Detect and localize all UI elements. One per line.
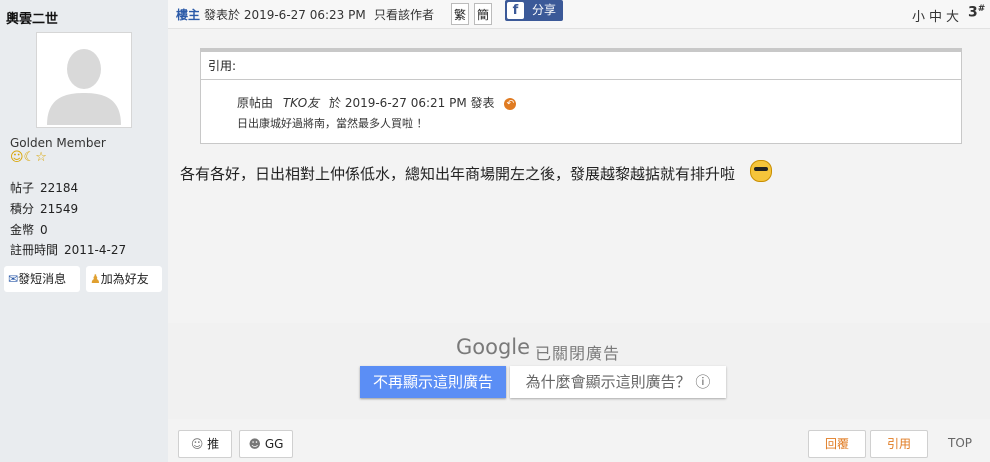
stat-label: 積分	[10, 202, 35, 216]
ad-closed-panel: Google 已關閉廣告 不再顯示這則廣告 為什麼會顯示這則廣告？ ⓘ	[168, 323, 990, 419]
ad-closed-label: 已關閉廣告	[535, 344, 621, 363]
facebook-share-button[interactable]: f 分享	[505, 0, 563, 21]
floor-sup: #	[977, 4, 986, 14]
quote-meta: 於 2019-6-27 06:21 PM 發表	[329, 96, 495, 110]
quote-block: 引用: 原帖由 TKO友 於 2019-6-27 06:21 PM 發表 ↶ 日…	[200, 48, 962, 144]
only-author-link[interactable]: 只看該作者	[374, 6, 434, 23]
traditional-chinese-button[interactable]: 繁	[451, 3, 469, 25]
post-body: 各有各好，日出相對上仲係低水，總知出年商場開左之後，發展越黎越掂就有排升啦	[180, 160, 772, 184]
add-friend-button[interactable]: ♟加為好友	[86, 266, 162, 292]
share-label: 分享	[532, 3, 557, 17]
author-username[interactable]: 輿雲二世	[6, 8, 58, 27]
pig-face-icon: ☻	[248, 437, 262, 451]
stat-value: 22184	[40, 181, 79, 195]
add-friend-label: 加為好友	[100, 272, 149, 286]
stat-label: 帖子	[10, 181, 35, 195]
quote-prefix: 原帖由	[237, 96, 274, 110]
envelope-icon: ✉	[8, 272, 19, 286]
stat-value: 21549	[40, 202, 79, 216]
thread-starter-tag: 樓主	[176, 8, 201, 22]
reply-button[interactable]: 回覆	[808, 430, 866, 458]
member-title: Golden Member	[10, 136, 106, 150]
rank-icons: ☺☾☆	[10, 150, 47, 165]
push-button[interactable]: ☺ 推	[178, 430, 232, 458]
post-header-bar: 樓主 發表於 2019-6-27 06:23 PM 只看該作者 繁 簡 f 分享…	[168, 0, 990, 29]
simplified-chinese-button[interactable]: 簡	[474, 3, 492, 25]
push-face-icon: ☺	[190, 437, 204, 451]
quote-text: 日出康城好過將南，當然最多人買啦 ！	[237, 117, 428, 130]
quote-author: TKO友	[282, 96, 320, 110]
stop-seeing-ad-button[interactable]: 不再顯示這則廣告	[360, 366, 506, 398]
author-sidebar: 輿雲二世 Golden Member ☺☾☆ 帖子 22184 積分 21549 金…	[0, 0, 168, 462]
avatar[interactable]	[36, 32, 132, 128]
stat-label: 金幣	[10, 223, 35, 237]
post-main: 樓主 發表於 2019-6-27 06:23 PM 只看該作者 繁 簡 f 分享…	[168, 0, 990, 462]
gg-button[interactable]: ☻ GG	[239, 430, 293, 458]
post-timestamp: 發表於 2019-6-27 06:23 PM	[204, 8, 366, 22]
stat-value: 0	[40, 223, 48, 237]
add-friend-icon: ♟	[90, 272, 101, 286]
stat-register-date: 註冊時間 2011-4-27	[10, 241, 126, 258]
push-label: 推	[207, 437, 220, 451]
why-this-ad-button[interactable]: 為什麼會顯示這則廣告？ ⓘ	[510, 366, 726, 398]
stat-coins: 金幣 0	[10, 221, 48, 238]
floor-number-value: 3	[968, 4, 978, 21]
cool-sunglasses-emoji-icon	[749, 160, 772, 182]
quote-attribution: 原帖由 TKO友 於 2019-6-27 06:21 PM 發表 ↶	[237, 94, 517, 111]
font-size-switcher[interactable]: 小中大	[912, 6, 963, 25]
quote-reply-button[interactable]: 引用	[870, 430, 928, 458]
stat-points: 積分 21549	[10, 200, 78, 217]
facebook-icon: f	[507, 2, 524, 19]
rank-icons-glyphs: ☺☾☆	[10, 150, 47, 165]
floor-number[interactable]: 3#	[968, 4, 985, 21]
quote-header: 引用:	[201, 52, 961, 80]
post-message: 各有各好，日出相對上仲係低水，總知出年商場開左之後，發展越黎越掂就有排升啦	[180, 165, 736, 183]
google-logo: Google	[456, 335, 531, 359]
stat-label: 註冊時間	[10, 243, 59, 257]
send-pm-button[interactable]: ✉發短消息	[4, 266, 80, 292]
goto-original-icon[interactable]: ↶	[504, 98, 517, 110]
stat-value: 2011-4-27	[64, 243, 127, 257]
gg-label: GG	[264, 437, 284, 451]
stat-posts: 帖子 22184	[10, 179, 78, 196]
default-avatar-icon	[39, 35, 129, 125]
scroll-top-button[interactable]: TOP	[932, 430, 988, 458]
send-pm-label: 發短消息	[18, 272, 67, 286]
